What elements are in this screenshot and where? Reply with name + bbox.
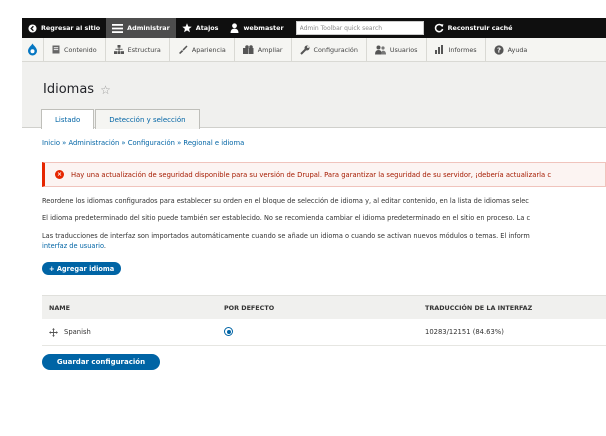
help-text-translations-end: interfaz de usuario.	[42, 241, 606, 251]
menu-label-configuracion: Configuración	[313, 45, 358, 54]
menu-label-estructura: Estructura	[127, 45, 161, 54]
paintbrush-icon	[178, 45, 188, 54]
menu-label-ampliar: Ampliar	[257, 45, 283, 54]
back-to-site-label: Regresar al sitio	[41, 24, 101, 32]
tab-deteccion-seleccion[interactable]: Detección y selección	[95, 109, 200, 129]
shortcuts-button[interactable]: Atajos	[176, 18, 225, 38]
ui-translation-link[interactable]: interfaz de usuario	[42, 242, 104, 250]
menu-label-contenido: Contenido	[64, 45, 97, 54]
page-title-text: Idiomas	[43, 82, 95, 97]
security-warning-text: Hay una actualización de seguridad dispo…	[71, 170, 552, 179]
table-row: Spanish 10283/12151 (84.63%)	[42, 320, 606, 346]
language-name: Spanish	[64, 328, 91, 336]
document-icon	[52, 45, 60, 54]
column-header-translation: TRADUCCIÓN DE LA INTERFAZ	[425, 304, 533, 312]
rebuild-cache-button[interactable]: Reconstruir caché	[428, 18, 519, 38]
drag-handle-icon[interactable]	[49, 328, 58, 337]
refresh-icon	[434, 23, 444, 33]
user-icon	[230, 23, 239, 33]
shortcuts-label: Atajos	[195, 24, 219, 32]
security-warning-message: × Hay una actualización de seguridad dis…	[42, 162, 606, 187]
wrench-icon	[299, 45, 310, 55]
admin-search-input[interactable]	[295, 21, 424, 35]
help-icon: ?	[494, 44, 504, 55]
users-icon	[374, 45, 386, 54]
shortcut-star-icon[interactable]: ☆	[100, 83, 111, 97]
drupal-logo-link[interactable]	[22, 37, 44, 62]
page-header: Idiomas ☆ Listado Detección y selección	[22, 62, 606, 129]
drupal-drop-icon	[28, 43, 37, 56]
add-language-button[interactable]: + Agregar idioma	[42, 262, 122, 275]
help-text-reorder: Reordene los idiomas configurados para e…	[42, 197, 529, 205]
menu-item-configuracion[interactable]: Configuración	[292, 37, 367, 62]
column-header-default: POR DEFECTO	[224, 304, 275, 312]
back-to-site-link[interactable]: Regresar al sitio	[22, 18, 106, 38]
menu-label-usuarios: Usuarios	[389, 45, 418, 54]
administer-label: Administrar	[127, 24, 170, 32]
tab-listado[interactable]: Listado	[41, 109, 95, 129]
puzzle-icon	[242, 45, 254, 54]
help-text-default: El idioma predeterminado del sitio puede…	[42, 214, 531, 222]
help-text-translations: Las traducciones de interfaz son importa…	[42, 232, 530, 240]
rebuild-cache-label: Reconstruir caché	[447, 24, 513, 32]
bar-chart-icon	[434, 45, 443, 54]
menu-item-usuarios[interactable]: Usuarios	[367, 37, 427, 62]
menu-item-informes[interactable]: Informes	[427, 37, 486, 62]
menu-item-estructura[interactable]: Estructura	[106, 37, 170, 62]
menu-item-contenido[interactable]: Contenido	[44, 37, 106, 62]
menu-label-informes: Informes	[448, 45, 477, 54]
hamburger-icon	[112, 23, 124, 33]
user-label: webmaster	[243, 24, 284, 32]
star-icon	[182, 23, 192, 33]
help-text-period: .	[103, 242, 107, 250]
primary-tabs: Listado Detección y selección	[41, 109, 201, 129]
column-header-name: NAME	[49, 304, 71, 312]
admin-toolbar: Regresar al sitio Administrar Atajos web…	[22, 18, 606, 38]
menu-item-ayuda[interactable]: ? Ayuda	[486, 38, 536, 62]
languages-table-header: NAME POR DEFECTO TRADUCCIÓN DE LA INTERF…	[42, 295, 606, 319]
menu-label-apariencia: Apariencia	[191, 45, 226, 54]
error-icon: ×	[55, 170, 64, 179]
default-language-radio[interactable]	[224, 327, 233, 336]
administer-menu-button[interactable]: Administrar	[106, 18, 176, 38]
menu-item-ampliar[interactable]: Ampliar	[235, 37, 292, 62]
page-title: Idiomas ☆	[43, 82, 111, 97]
user-menu-button[interactable]: webmaster	[224, 18, 289, 38]
structure-icon	[113, 45, 124, 54]
menu-item-apariencia[interactable]: Apariencia	[170, 37, 235, 62]
svg-text:?: ?	[497, 46, 501, 54]
save-configuration-button[interactable]: Guardar configuración	[42, 354, 160, 370]
radio-selected-dot	[226, 329, 231, 334]
breadcrumb[interactable]: Inicio » Administración » Configuración …	[42, 139, 244, 147]
translation-status-link[interactable]: 10283/12151 (84.63%)	[425, 328, 504, 336]
menu-label-ayuda: Ayuda	[507, 45, 528, 54]
admin-menu: Contenido Estructura Apariencia Ampliar …	[22, 37, 606, 62]
arrow-left-icon	[28, 23, 37, 33]
